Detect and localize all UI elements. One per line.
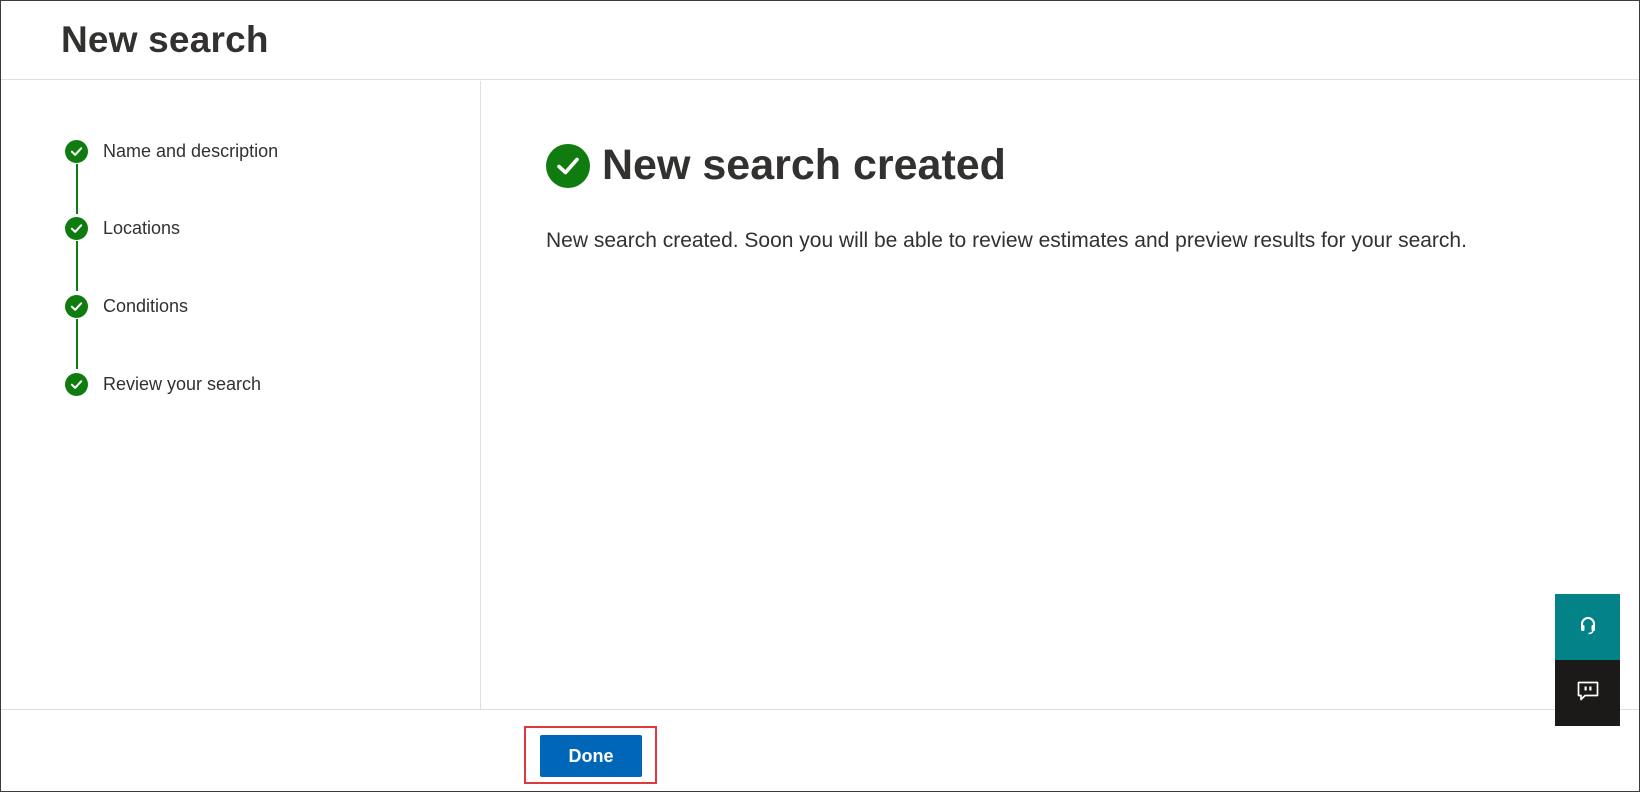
success-heading: New search created — [546, 141, 1006, 190]
step-conditions[interactable]: Conditions — [65, 293, 188, 319]
wizard-steps: Name and description Locations Condition… — [1, 81, 481, 709]
done-button[interactable]: Done — [540, 735, 642, 777]
step-connector — [76, 164, 78, 214]
header: New search — [1, 1, 1639, 80]
support-button[interactable] — [1555, 594, 1620, 660]
step-locations[interactable]: Locations — [65, 215, 180, 241]
success-title: New search created — [602, 141, 1006, 189]
headset-icon — [1577, 614, 1599, 641]
step-label: Review your search — [103, 373, 262, 394]
step-review-your-search[interactable]: Review your search — [65, 371, 261, 397]
check-circle-icon — [65, 372, 88, 396]
feedback-button[interactable] — [1555, 660, 1620, 726]
step-connector — [76, 241, 78, 291]
check-circle-icon — [65, 216, 88, 240]
page-title: New search — [61, 19, 269, 60]
step-name-and-description[interactable]: Name and description — [65, 138, 278, 164]
feedback-icon — [1576, 680, 1600, 707]
dialog-frame: New search Name and description Location… — [0, 0, 1640, 792]
step-label: Name and description — [103, 140, 279, 161]
check-circle-icon — [65, 294, 88, 318]
step-connector — [76, 319, 78, 369]
step-label: Conditions — [103, 295, 189, 316]
step-label: Locations — [103, 217, 181, 238]
check-circle-icon — [546, 143, 590, 188]
success-message: New search created. Soon you will be abl… — [546, 229, 1467, 252]
main-content: New search created New search created. S… — [481, 81, 1639, 709]
check-circle-icon — [65, 139, 88, 163]
footer: Done — [1, 709, 1639, 792]
